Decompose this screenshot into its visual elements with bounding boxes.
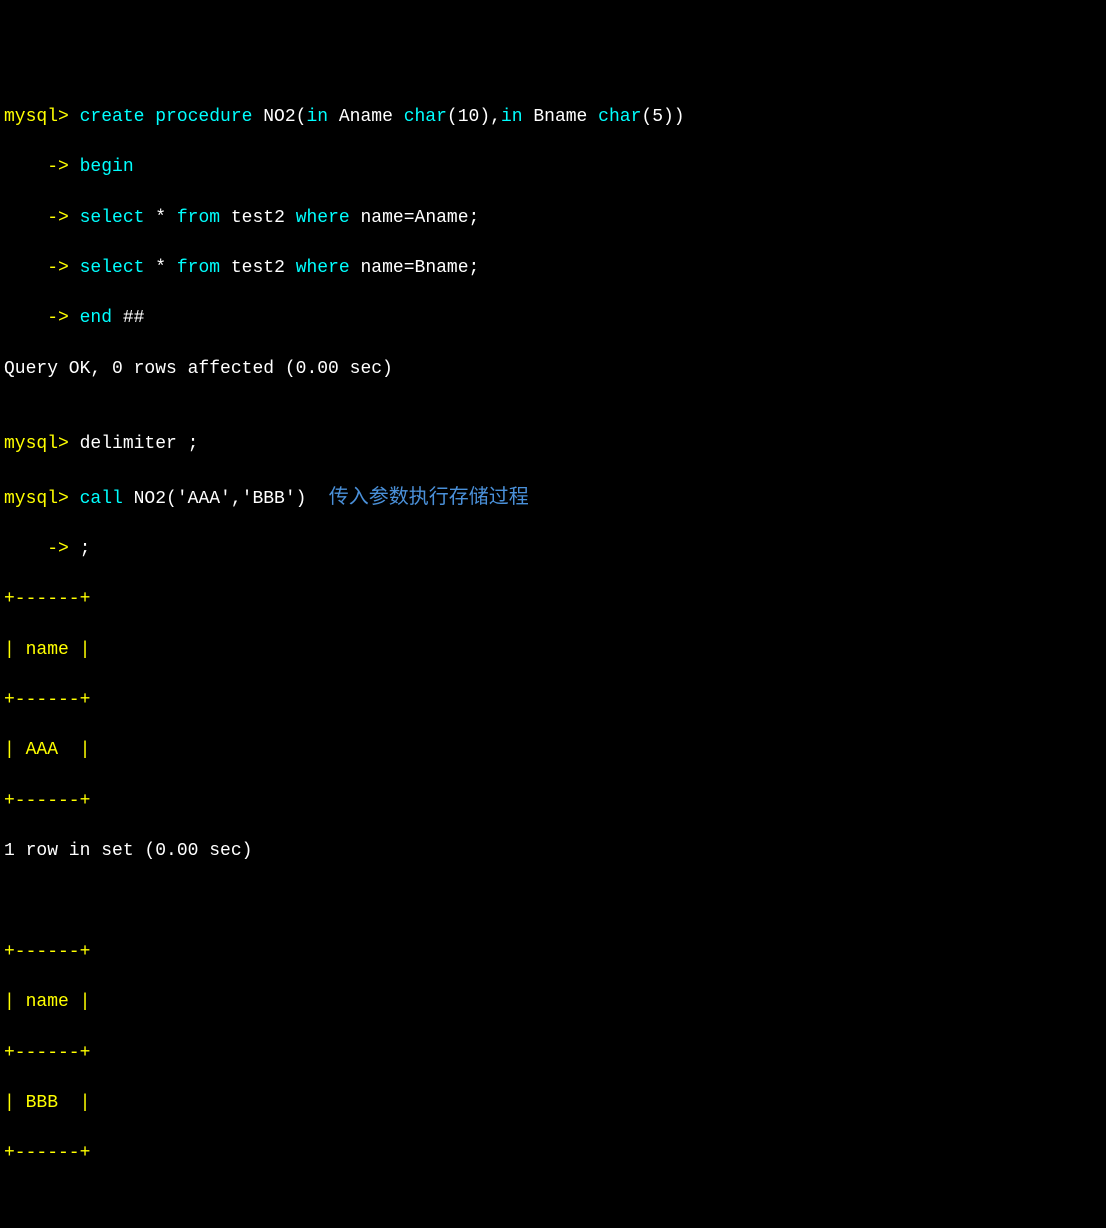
keyword-char: char xyxy=(404,107,447,127)
table2-border-bottom: +------+ xyxy=(4,1141,1102,1166)
table1-row: | AAA | xyxy=(4,738,1102,763)
keyword-in-2: in xyxy=(501,107,523,127)
mysql-prompt: mysql> xyxy=(4,434,69,454)
keyword-char-2: char xyxy=(598,107,641,127)
table-name: test2 xyxy=(220,208,296,228)
continuation-prompt: -> xyxy=(4,539,69,559)
keyword-end: end xyxy=(69,308,112,328)
continuation-prompt: -> xyxy=(4,308,69,328)
table2-header: | name | xyxy=(4,990,1102,1015)
terminal-line-2: -> begin xyxy=(4,155,1102,180)
param-aname: Aname xyxy=(328,107,404,127)
keyword-begin: begin xyxy=(69,157,134,177)
table1-header: | name | xyxy=(4,638,1102,663)
keyword-from-2: from xyxy=(177,258,220,278)
where-clause-2: name=Bname; xyxy=(350,258,480,278)
terminal-line-8: mysql> delimiter ; xyxy=(4,432,1102,457)
continuation-prompt: -> xyxy=(4,208,69,228)
semicolon: ; xyxy=(69,539,91,559)
keyword-from: from xyxy=(177,208,220,228)
keyword-create-procedure: create procedure xyxy=(69,107,253,127)
char-size-2: (5)) xyxy=(641,107,684,127)
mysql-prompt: mysql> xyxy=(4,489,69,509)
select-star-2: * xyxy=(144,258,176,278)
empty-line-2 xyxy=(4,890,1102,915)
param-bname: Bname xyxy=(523,107,599,127)
keyword-in: in xyxy=(306,107,328,127)
terminal-line-3: -> select * from test2 where name=Aname; xyxy=(4,206,1102,231)
table1-border-bottom: +------+ xyxy=(4,789,1102,814)
annotation-text: 传入参数执行存储过程 xyxy=(306,486,528,508)
continuation-prompt: -> xyxy=(4,258,69,278)
select-star: * xyxy=(144,208,176,228)
proc-name: NO2( xyxy=(252,107,306,127)
table2-row: | BBB | xyxy=(4,1091,1102,1116)
continuation-prompt: -> xyxy=(4,157,69,177)
delimiter-hash: ## xyxy=(112,308,144,328)
terminal-line-5: -> end ## xyxy=(4,306,1102,331)
keyword-where: where xyxy=(296,208,350,228)
terminal-line-1: mysql> create procedure NO2(in Aname cha… xyxy=(4,105,1102,130)
table1-border-mid: +------+ xyxy=(4,688,1102,713)
char-size-1: (10), xyxy=(447,107,501,127)
table-name-2: test2 xyxy=(220,258,296,278)
terminal-line-9: mysql> call NO2('AAA','BBB') 传入参数执行存储过程 xyxy=(4,483,1102,512)
mysql-prompt: mysql> xyxy=(4,107,69,127)
table1-border-top: +------+ xyxy=(4,587,1102,612)
table1-result: 1 row in set (0.00 sec) xyxy=(4,839,1102,864)
keyword-select: select xyxy=(69,208,145,228)
table2-border-mid: +------+ xyxy=(4,1041,1102,1066)
where-clause: name=Aname; xyxy=(350,208,480,228)
table2-border-top: +------+ xyxy=(4,940,1102,965)
terminal-line-4: -> select * from test2 where name=Bname; xyxy=(4,256,1102,281)
call-proc: NO2('AAA','BBB') xyxy=(123,489,307,509)
keyword-where-2: where xyxy=(296,258,350,278)
delimiter-cmd: delimiter ; xyxy=(69,434,199,454)
query-ok-result: Query OK, 0 rows affected (0.00 sec) xyxy=(4,357,1102,382)
keyword-select-2: select xyxy=(69,258,145,278)
keyword-call: call xyxy=(69,489,123,509)
terminal-line-10: -> ; xyxy=(4,537,1102,562)
